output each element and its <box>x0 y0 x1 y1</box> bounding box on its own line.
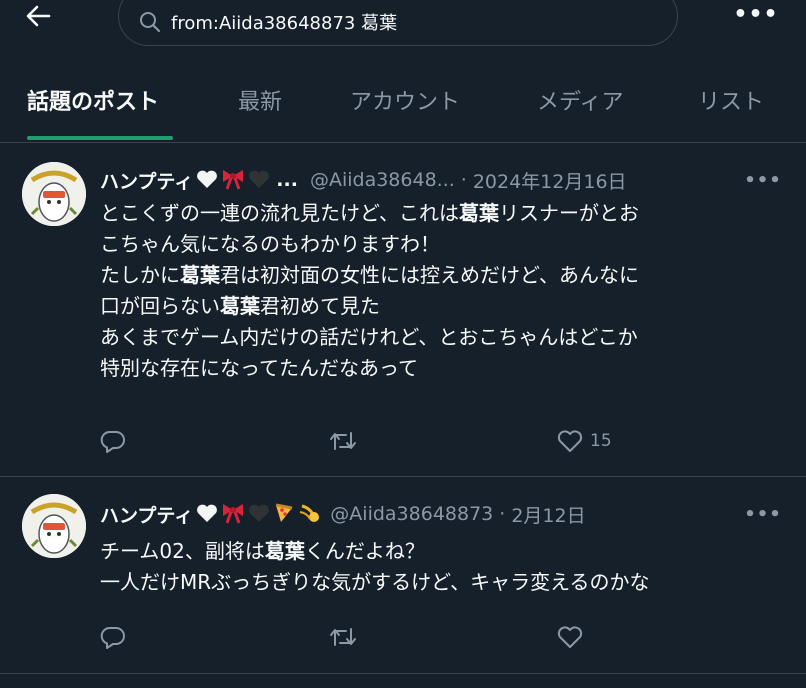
display-name[interactable]: ハンプティ <box>100 167 193 194</box>
post-text-line: チーム02、副将は葛葉くんだよね？ <box>100 536 790 567</box>
tab-label: リスト <box>698 90 765 115</box>
user-handle[interactable]: @Aiida38648... <box>310 169 455 191</box>
text-segment: 一人だけMRぶっちぎりな気がするけど、キャラ変えるのかな <box>100 570 650 594</box>
back-arrow-icon <box>26 5 51 27</box>
avatar-image <box>22 494 86 558</box>
white-heart-emoji <box>196 169 218 192</box>
post-actions <box>100 622 760 652</box>
text-segment: 君初めて見た <box>260 294 380 318</box>
avatar[interactable] <box>22 494 86 558</box>
name-truncation: ... <box>276 169 298 191</box>
post-text-line: 口が回らない葛葉君初めて見た <box>100 291 790 322</box>
more-icon: ••• <box>744 169 782 191</box>
tab-latest[interactable]: 最新 <box>238 70 282 130</box>
avatar[interactable] <box>22 162 86 226</box>
highlighted-keyword: 葛葉 <box>264 539 305 563</box>
tab-lists[interactable]: リスト <box>698 70 764 130</box>
like-icon <box>557 430 583 452</box>
search-icon <box>140 12 161 33</box>
post-text-line: あくまでゲーム内だけの話だけれど、とおこちゃんはどこか <box>100 322 790 353</box>
more-options-button[interactable]: ••• <box>733 0 777 28</box>
repost-icon <box>330 628 356 646</box>
more-icon: ••• <box>744 503 782 525</box>
post-more-button[interactable]: ••• <box>744 168 781 192</box>
comet-emoji <box>298 502 322 527</box>
separator: · <box>499 503 506 525</box>
user-handle[interactable]: @Aiida38648873 <box>330 503 493 525</box>
post-header: ハンプティ ... @Aiida38648... · 2024年12月16日 <box>100 165 627 195</box>
ribbon-emoji <box>221 502 245 527</box>
reply-icon <box>100 431 125 453</box>
post-date[interactable]: 2月12日 <box>511 501 585 528</box>
back-button[interactable] <box>18 0 58 32</box>
post-actions: 15 <box>100 426 760 456</box>
black-heart-emoji <box>248 503 270 526</box>
text-segment: 君は初対面の女性には控えめだけど、あんなに <box>220 263 639 287</box>
top-bar: from:Aiida38648873 葛葉 ••• <box>0 0 806 60</box>
search-query-text: from:Aiida38648873 葛葉 <box>171 13 398 34</box>
display-name[interactable]: ハンプティ <box>100 501 193 528</box>
post-text-line: 特別な存在になってたんだなあって <box>100 353 790 384</box>
post-text-line: こちゃん気になるのもわかりますわ！ <box>100 229 790 260</box>
post-header: ハンプティ @Aiida38648873 · 2月12日 <box>100 499 586 529</box>
text-segment: 特別な存在になってたんだなあって <box>100 356 418 380</box>
post[interactable]: ハンプティ ... @Aiida38648... · 2024年12月16日 •… <box>0 143 806 476</box>
text-segment: 口が回らない <box>100 294 220 318</box>
text-segment: たしかに <box>100 263 180 287</box>
black-heart-emoji <box>248 169 270 192</box>
avatar-image <box>22 162 86 226</box>
repost-button[interactable] <box>328 426 358 456</box>
repost-button[interactable] <box>328 622 358 652</box>
text-segment: あくまでゲーム内だけの話だけれど、とおこちゃんはどこか <box>100 325 638 349</box>
tab-label: アカウント <box>350 90 461 115</box>
reply-icon <box>100 627 125 649</box>
reply-button[interactable] <box>100 622 126 652</box>
post-date[interactable]: 2024年12月16日 <box>473 167 627 194</box>
like-button[interactable]: 15 <box>556 426 612 456</box>
post-text-line: 一人だけMRぶっちぎりな気がするけど、キャラ変えるのかな <box>100 567 790 598</box>
ribbon-emoji <box>221 168 245 193</box>
text-segment: とこくずの一連の流れ見たけど、これは <box>100 201 459 225</box>
text-segment: こちゃん気になるのもわかりますわ！ <box>100 232 440 256</box>
post-text-line: とこくずの一連の流れ見たけど、これは葛葉リスナーがとお <box>100 198 790 229</box>
more-icon: ••• <box>733 1 779 27</box>
highlighted-keyword: 葛葉 <box>220 294 260 318</box>
highlighted-keyword: 葛葉 <box>459 201 499 225</box>
tab-top-posts[interactable]: 話題のポスト <box>27 70 159 130</box>
post-text-line: たしかに葛葉君は初対面の女性には控えめだけど、あんなに <box>100 260 790 291</box>
tab-media[interactable]: メディア <box>537 70 623 130</box>
post-divider <box>0 673 806 674</box>
text-segment: くんだよね？ <box>304 539 425 563</box>
repost-icon <box>330 432 356 450</box>
like-icon <box>557 626 583 648</box>
search-input[interactable]: from:Aiida38648873 葛葉 <box>118 0 678 46</box>
post[interactable]: ハンプティ @Aiida38648873 · 2月12日 ••• チーム02、副… <box>0 477 806 688</box>
white-heart-emoji <box>196 503 218 526</box>
post-more-button[interactable]: ••• <box>744 502 781 526</box>
post-text: チーム02、副将は葛葉くんだよね？ 一人だけMRぶっちぎりな気がするけど、キャラ… <box>100 536 790 598</box>
reply-button[interactable] <box>100 426 126 456</box>
search-tabs: 話題のポスト 最新 アカウント メディア リスト <box>0 70 806 142</box>
highlighted-keyword: 葛葉 <box>180 263 220 287</box>
tab-label: メディア <box>537 90 624 115</box>
active-tab-indicator <box>27 136 173 140</box>
like-button[interactable] <box>556 622 584 652</box>
tab-label: 最新 <box>238 90 283 115</box>
pizza-emoji <box>273 502 295 527</box>
text-segment: リスナーがとお <box>499 201 639 225</box>
tab-accounts[interactable]: アカウント <box>350 70 460 130</box>
tab-label: 話題のポスト <box>27 90 160 115</box>
text-segment: チーム02、副将は <box>100 539 265 563</box>
post-text: とこくずの一連の流れ見たけど、これは葛葉リスナーがとお こちゃん気になるのもわか… <box>100 198 790 384</box>
like-count: 15 <box>590 431 612 451</box>
separator: · <box>460 169 467 191</box>
